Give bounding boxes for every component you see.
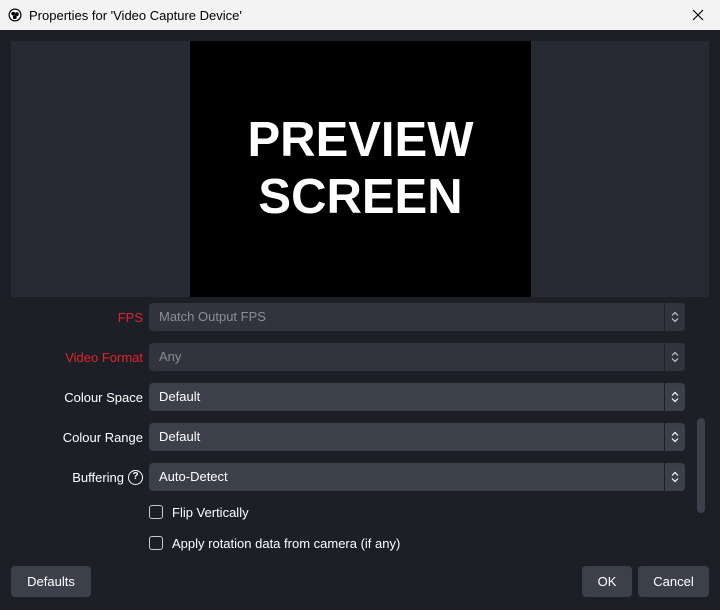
colour-space-label: Colour Space <box>64 389 143 405</box>
flip-vertically-option[interactable]: Flip Vertically <box>149 502 249 522</box>
apply-rotation-option[interactable]: Apply rotation data from camera (if any) <box>149 533 400 553</box>
apply-rotation-label: Apply rotation data from camera (if any) <box>172 535 401 551</box>
fps-value: Match Output FPS <box>159 309 266 324</box>
close-icon <box>692 9 704 21</box>
defaults-button[interactable]: Defaults <box>11 566 91 597</box>
video-format-select[interactable]: Any <box>149 343 685 371</box>
buffering-label-group: Buffering ? <box>72 463 143 491</box>
help-icon[interactable]: ? <box>128 469 143 485</box>
updown-arrows-icon <box>664 463 685 491</box>
preview-text-line1: PREVIEW <box>247 113 474 167</box>
preview-text-line2: SCREEN <box>258 170 463 224</box>
updown-arrows-icon <box>664 423 685 451</box>
video-format-row: Video Format Any <box>11 343 687 371</box>
updown-arrows-icon <box>664 343 685 371</box>
fps-row: FPS Match Output FPS <box>11 303 687 331</box>
scrollbar-thumb[interactable] <box>697 418 705 513</box>
buffering-label: Buffering <box>72 469 124 485</box>
window-title: Properties for 'Video Capture Device' <box>29 7 242 23</box>
flip-vertically-checkbox[interactable] <box>149 505 163 519</box>
colour-space-value: Default <box>159 389 201 404</box>
colour-range-select[interactable]: Default <box>149 423 685 451</box>
title-bar: Properties for 'Video Capture Device' <box>0 0 720 30</box>
colour-range-label: Colour Range <box>62 429 143 445</box>
fps-select[interactable]: Match Output FPS <box>149 303 685 331</box>
ok-button[interactable]: OK <box>582 566 632 597</box>
obs-logo-icon <box>8 8 22 22</box>
updown-arrows-icon <box>664 303 685 331</box>
colour-space-row: Colour Space Default <box>11 383 687 411</box>
buffering-row: Buffering ? Auto-Detect <box>11 463 687 491</box>
buffering-value: Auto-Detect <box>159 469 228 484</box>
close-button[interactable] <box>676 0 720 30</box>
apply-rotation-checkbox[interactable] <box>149 536 163 550</box>
updown-arrows-icon <box>664 383 685 411</box>
colour-range-value: Default <box>159 429 201 444</box>
video-format-label: Video Format <box>65 349 143 365</box>
flip-vertically-label: Flip Vertically <box>172 504 249 520</box>
preview-screen: PREVIEW SCREEN <box>190 41 531 297</box>
buffering-select[interactable]: Auto-Detect <box>149 463 685 491</box>
colour-range-row: Colour Range Default <box>11 423 687 451</box>
video-format-value: Any <box>159 349 182 364</box>
cancel-button[interactable]: Cancel <box>638 566 709 597</box>
preview-area: PREVIEW SCREEN <box>11 41 709 297</box>
colour-space-select[interactable]: Default <box>149 383 685 411</box>
fps-label: FPS <box>117 309 143 325</box>
